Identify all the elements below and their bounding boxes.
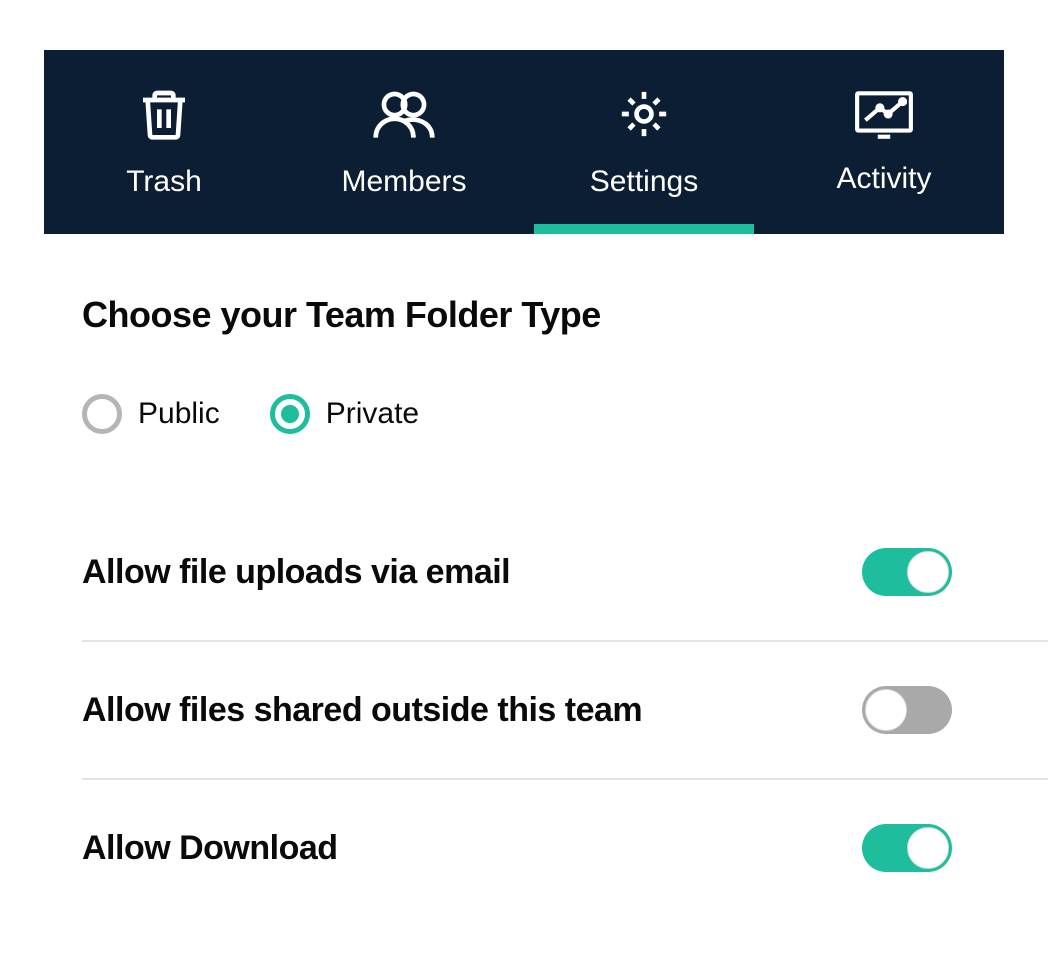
tab-label: Settings	[590, 165, 698, 199]
setting-label: Allow files shared outside this team	[82, 691, 642, 730]
tab-label: Activity	[836, 162, 931, 196]
gear-icon	[616, 86, 672, 147]
toggle-knob-icon	[907, 551, 949, 593]
radio-dot-icon	[281, 405, 299, 423]
tab-bar: Trash Members Settings	[44, 50, 1004, 234]
folder-type-title: Choose your Team Folder Type	[82, 294, 1048, 336]
folder-type-radio-group: Public Private	[82, 394, 1048, 434]
radio-label: Private	[326, 397, 419, 431]
setting-label: Allow Download	[82, 829, 338, 868]
setting-row-share-outside: Allow files shared outside this team	[82, 642, 1048, 780]
setting-row-email-upload: Allow file uploads via email	[82, 504, 1048, 642]
tab-settings[interactable]: Settings	[534, 50, 754, 234]
trash-icon	[136, 86, 192, 147]
radio-circle-icon	[270, 394, 310, 434]
setting-label: Allow file uploads via email	[82, 553, 510, 592]
tab-members[interactable]: Members	[294, 50, 514, 234]
tab-label: Members	[341, 165, 466, 199]
toggle-knob-icon	[865, 689, 907, 731]
tab-activity[interactable]: Activity	[774, 50, 994, 234]
setting-row-download: Allow Download	[82, 780, 1048, 916]
radio-public[interactable]: Public	[82, 394, 220, 434]
radio-label: Public	[138, 397, 220, 431]
settings-list: Allow file uploads via email Allow files…	[82, 504, 1048, 916]
members-icon	[371, 86, 437, 147]
radio-private[interactable]: Private	[270, 394, 419, 434]
toggle-knob-icon	[907, 827, 949, 869]
toggle-email-upload[interactable]	[862, 548, 952, 596]
radio-circle-icon	[82, 394, 122, 434]
activity-icon	[853, 89, 915, 144]
settings-content: Choose your Team Folder Type Public Priv…	[0, 234, 1048, 916]
active-tab-underline	[534, 224, 754, 234]
tab-trash[interactable]: Trash	[54, 50, 274, 234]
tab-label: Trash	[126, 165, 202, 199]
toggle-download[interactable]	[862, 824, 952, 872]
toggle-share-outside[interactable]	[862, 686, 952, 734]
